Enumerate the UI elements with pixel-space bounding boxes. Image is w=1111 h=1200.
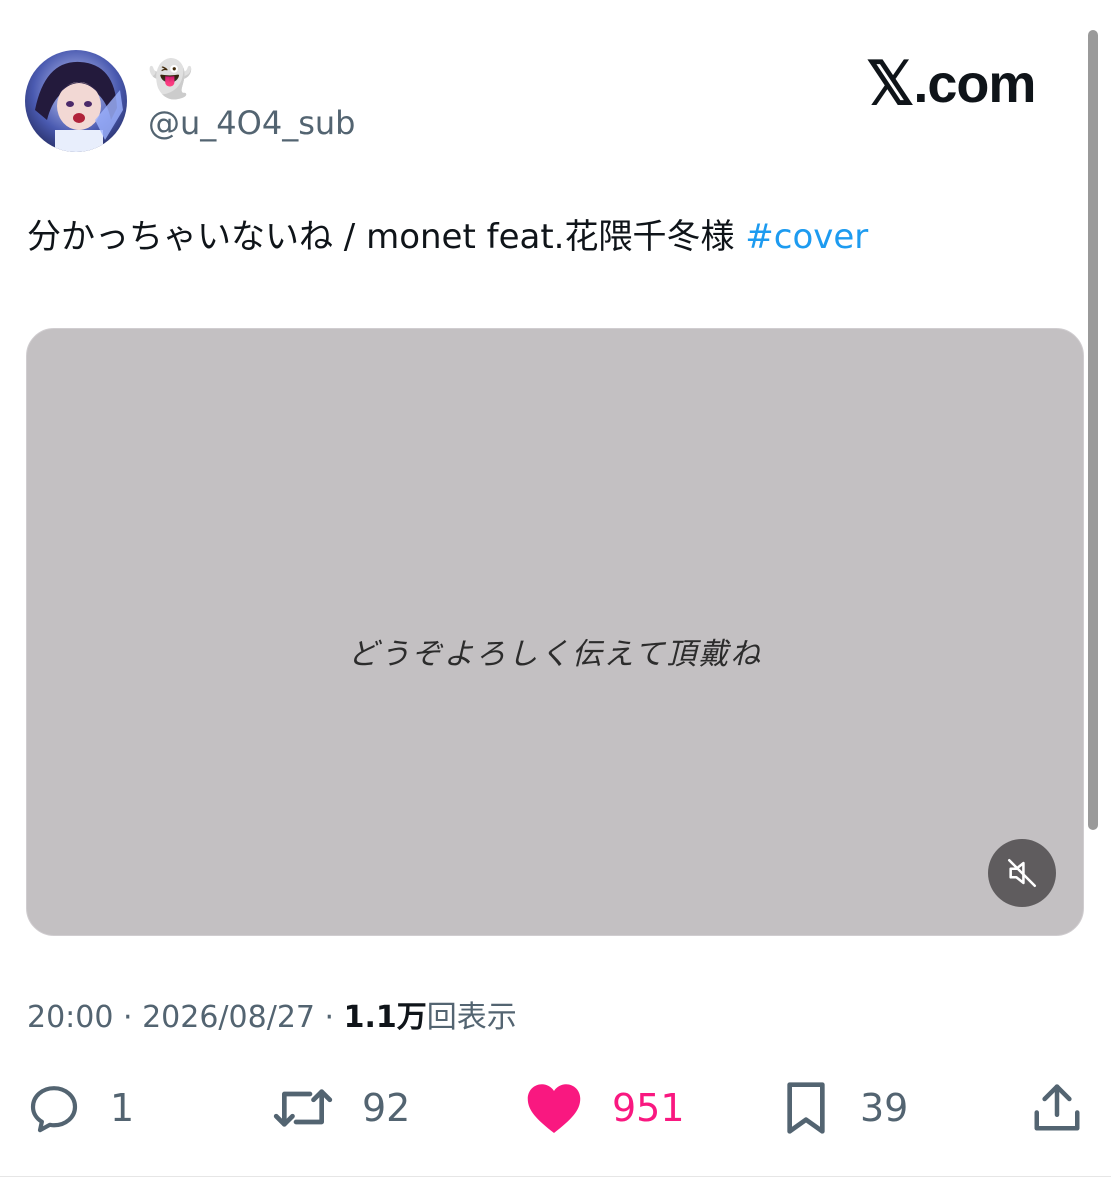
like-button[interactable]: 951 [524, 1076, 685, 1140]
meta-separator: · [113, 1000, 143, 1035]
x-logo-icon: 𝕏 [866, 50, 914, 117]
scrollbar[interactable] [1088, 30, 1098, 830]
views-label: 回表示 [426, 1000, 517, 1035]
share-icon [1034, 1084, 1080, 1131]
video-player[interactable]: どうぞよろしく伝えて頂戴ね [26, 328, 1084, 936]
tweet-date[interactable]: 2026/08/27 [142, 1000, 315, 1035]
avatar[interactable] [25, 50, 127, 152]
bookmark-count: 39 [860, 1086, 909, 1130]
reply-count: 1 [110, 1086, 135, 1130]
avatar-image [25, 50, 127, 152]
heart-filled-icon [527, 1084, 581, 1133]
retweet-icon [273, 1089, 333, 1127]
site-logo-text: .com [913, 54, 1036, 114]
tweet-text: 分かっちゃいないね / monet feat.花隈千冬様 #cover [27, 214, 1067, 260]
bookmark-button[interactable]: 39 [780, 1076, 908, 1140]
like-count: 951 [612, 1086, 685, 1130]
speaker-muted-icon [1007, 858, 1037, 888]
site-logo: 𝕏 .com [866, 50, 1036, 117]
tweet-time[interactable]: 20:00 [27, 1000, 113, 1035]
share-button[interactable] [1030, 1076, 1084, 1140]
tweet-meta: 20:00 · 2026/08/27 · 1.1万回表示 [27, 996, 517, 1040]
display-name[interactable]: 👻 [148, 58, 193, 102]
views-count: 1.1万 [343, 1000, 427, 1035]
reply-button[interactable]: 1 [26, 1076, 134, 1140]
bookmark-icon [787, 1082, 825, 1134]
hashtag-link[interactable]: #cover [745, 217, 868, 257]
reply-icon [30, 1086, 78, 1133]
retweet-button[interactable]: 92 [272, 1076, 410, 1140]
meta-separator: · [315, 1000, 344, 1035]
mute-button[interactable] [988, 839, 1056, 907]
user-handle[interactable]: @u_4O4_sub [148, 102, 355, 144]
divider [0, 1176, 1111, 1177]
tweet-body: 分かっちゃいないね / monet feat.花隈千冬様 [27, 217, 746, 257]
retweet-count: 92 [362, 1086, 411, 1130]
video-caption: どうぞよろしく伝えて頂戴ね [347, 637, 763, 672]
